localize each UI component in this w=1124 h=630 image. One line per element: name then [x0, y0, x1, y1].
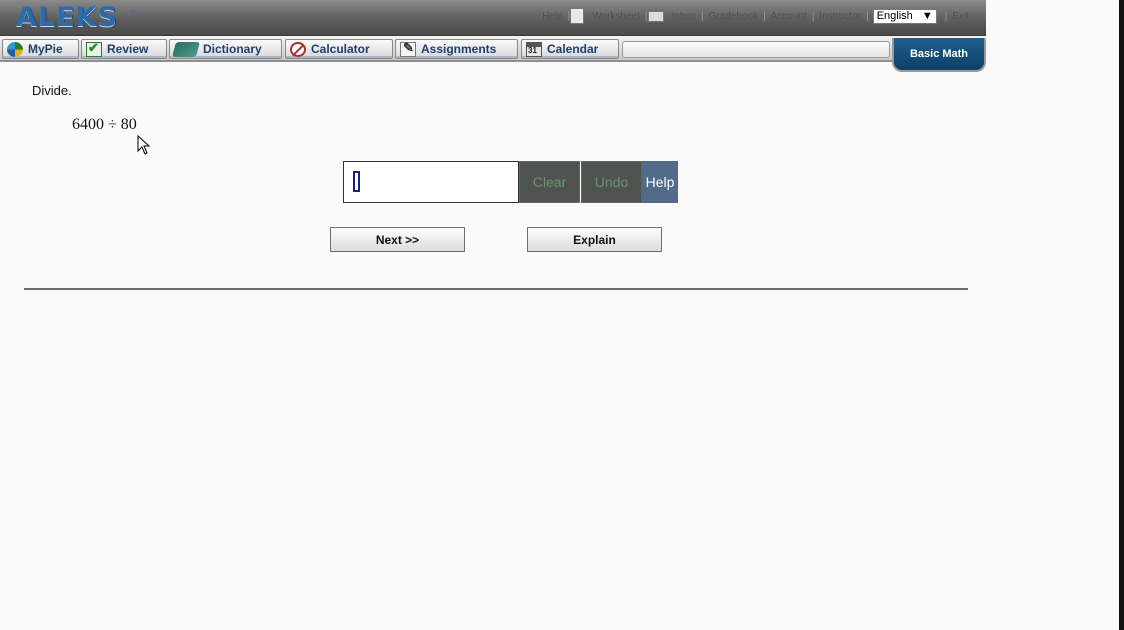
language-value: English — [876, 10, 913, 22]
logo-trademark: ® — [130, 9, 136, 18]
tab-label: MyPie — [28, 42, 63, 56]
dropdown-arrow-icon: ▼ — [921, 10, 933, 22]
mail-icon[interactable] — [647, 10, 664, 22]
explain-button[interactable]: Explain — [527, 227, 662, 252]
window-edge — [1119, 0, 1124, 630]
tab-mypie[interactable]: MyPie — [2, 39, 79, 59]
assignment-icon — [400, 40, 416, 57]
mouse-cursor-icon — [137, 135, 151, 155]
checkmark-icon — [86, 40, 102, 57]
calendar-icon — [526, 41, 542, 57]
tab-label: Assignments — [421, 42, 497, 56]
header-link-gradebook[interactable]: Gradebook — [704, 11, 763, 22]
tab-bar-spacer — [622, 41, 890, 58]
help-button[interactable]: Help — [642, 161, 678, 203]
top-header: ALEKS ® Help | Worksheet | Inbox | Grade… — [0, 0, 986, 36]
tab-label: Dictionary — [203, 42, 262, 56]
content-divider — [24, 288, 968, 290]
pie-chart-icon — [7, 41, 23, 57]
tab-calculator[interactable]: Calculator — [285, 39, 393, 59]
separator: | — [866, 10, 869, 22]
tab-bar: MyPie Review Dictionary Calculator Assig… — [0, 36, 986, 62]
header-link-account[interactable]: Account — [766, 11, 812, 22]
problem-expression: 6400 ÷ 80 — [72, 116, 137, 133]
header-link-inbox[interactable]: Inbox — [667, 11, 701, 22]
tab-label: Calculator — [311, 42, 370, 56]
clear-button[interactable]: Clear — [519, 161, 580, 203]
worksheet-icon[interactable] — [570, 8, 585, 24]
language-select[interactable]: English ▼ — [872, 8, 937, 24]
tab-calendar[interactable]: Calendar — [521, 39, 619, 59]
header-link-instructor[interactable]: Instructor — [814, 11, 866, 22]
header-link-worksheet[interactable]: Worksheet — [587, 11, 645, 22]
tab-dictionary[interactable]: Dictionary — [169, 39, 282, 59]
tab-label: Calendar — [547, 42, 599, 56]
undo-button[interactable]: Undo — [581, 161, 642, 203]
answer-input[interactable] — [343, 161, 519, 203]
next-button[interactable]: Next >> — [330, 227, 465, 252]
tab-assignments[interactable]: Assignments — [395, 39, 518, 59]
text-cursor — [353, 171, 360, 192]
course-badge: Basic Math — [892, 38, 986, 72]
aleks-app: ALEKS ® Help | Worksheet | Inbox | Grade… — [0, 0, 1124, 630]
tab-label: Review — [107, 42, 149, 56]
tab-review[interactable]: Review — [81, 39, 167, 59]
header-link-help[interactable]: Help — [537, 11, 568, 22]
problem-instruction: Divide. — [32, 83, 72, 98]
exit-link[interactable]: Exit — [947, 11, 974, 22]
aleks-logo[interactable]: ALEKS — [16, 2, 118, 33]
book-icon — [171, 41, 201, 57]
header-links: Help | Worksheet | Inbox | Gradebook | A… — [537, 8, 974, 24]
no-calculator-icon — [290, 41, 306, 57]
